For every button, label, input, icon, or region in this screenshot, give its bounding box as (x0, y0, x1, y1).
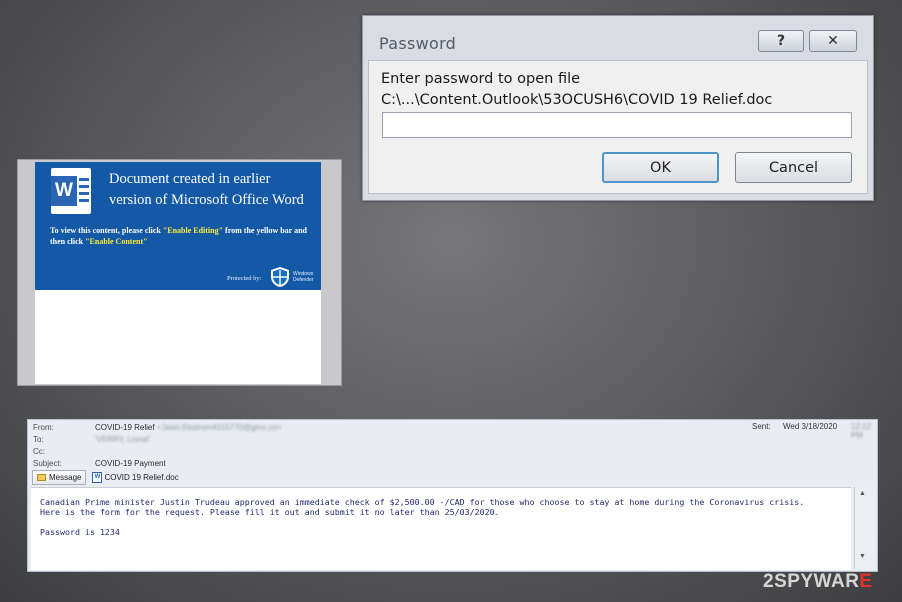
email-message: From: COVID-19 Relief <Jasin.Ekstrom4315… (27, 419, 878, 572)
attachment-bar: Message W COVID 19 Relief.doc (32, 469, 179, 485)
subject-value: COVID-19 Payment (95, 459, 166, 468)
attachment-item[interactable]: W COVID 19 Relief.doc (92, 471, 179, 483)
scroll-up-icon[interactable]: ▲ (859, 490, 866, 497)
help-button[interactable]: ? (758, 30, 804, 52)
cc-label: Cc: (33, 447, 45, 456)
sent-value: Wed 3/18/2020 (783, 422, 838, 431)
dialog-title: Password (379, 34, 457, 53)
message-tab-label: Message (49, 472, 82, 482)
fake-notice-banner: W Document created in earlier version of… (35, 162, 321, 290)
email-body: Canadian Prime minister Justin Trudeau a… (31, 487, 851, 570)
shield-icon (271, 267, 289, 287)
heading-line-2: version of Microsoft Office Word (109, 192, 304, 208)
watermark-text: 2SPYWAR (763, 571, 860, 592)
sent-label: Sent: (752, 422, 771, 431)
sender-name: COVID-19 Relief (95, 423, 155, 432)
to-value[interactable]: 'VERRY, Lionel' (95, 434, 150, 446)
document-page: W Document created in earlier version of… (35, 162, 321, 384)
password-input[interactable] (382, 112, 852, 138)
message-tab[interactable]: Message (32, 469, 87, 485)
email-scrollbar[interactable]: ▲ ▼ (854, 487, 875, 569)
enable-content-text: "Enable Content" (85, 237, 148, 246)
body-text: Canadian Prime minister Justin Trudeau a… (40, 497, 840, 517)
protected-by-label: Protected by: (227, 275, 262, 282)
close-icon: ✕ (827, 33, 839, 49)
defender-line-2: Defender (293, 277, 314, 283)
cancel-button[interactable]: Cancel (735, 152, 852, 183)
word-document-icon: W (92, 471, 103, 483)
body-line-2: Here is the form for the request. Please… (40, 507, 500, 517)
from-value[interactable]: COVID-19 Relief <Jasin.Ekstrom4315770@gm… (95, 422, 281, 434)
close-button[interactable]: ✕ (809, 30, 857, 52)
sender-address: <Jasin.Ekstrom4315770@gmx.co> (156, 423, 282, 432)
ok-button[interactable]: OK (602, 152, 719, 183)
banner-heading: Document created in earlier version of M… (109, 169, 314, 211)
defender-label: Windows Defender (293, 271, 314, 283)
word-logo-icon: W (51, 168, 91, 214)
enable-editing-text: "Enable Editing" (162, 226, 224, 235)
sent-time: 12:12 PM (851, 422, 872, 440)
watermark-logo: 2SPYWARE (763, 571, 873, 593)
from-label: From: (33, 423, 54, 432)
dialog-titlebar: Password ? ✕ (363, 16, 873, 66)
password-prompt: Enter password to open file C:\...\Conte… (381, 69, 772, 111)
word-document-window: W Document created in earlier version of… (17, 159, 342, 386)
scroll-down-icon[interactable]: ▼ (859, 553, 866, 560)
password-dialog: Password ? ✕ Enter password to open file… (362, 15, 874, 201)
subject-label: Subject: (33, 459, 62, 468)
banner-instructions: To view this content, please click "Enab… (50, 225, 312, 247)
dialog-body: Enter password to open file C:\...\Conte… (368, 60, 868, 194)
body-line-1: Canadian Prime minister Justin Trudeau a… (40, 497, 805, 507)
word-logo-letter: W (51, 176, 77, 206)
to-label: To: (33, 435, 44, 444)
prompt-text: Enter password to open file (381, 71, 581, 87)
watermark-accent: E (859, 571, 873, 592)
body-password-line: Password is 1234 (40, 527, 120, 537)
attachment-name: COVID 19 Relief.doc (104, 472, 179, 482)
file-path: C:\...\Content.Outlook\53OCUSH6\COVID 19… (381, 92, 773, 108)
heading-line-1: Document created in earlier (109, 171, 271, 187)
instruction-text: To view this content, please click (50, 226, 163, 235)
envelope-icon (37, 473, 46, 481)
